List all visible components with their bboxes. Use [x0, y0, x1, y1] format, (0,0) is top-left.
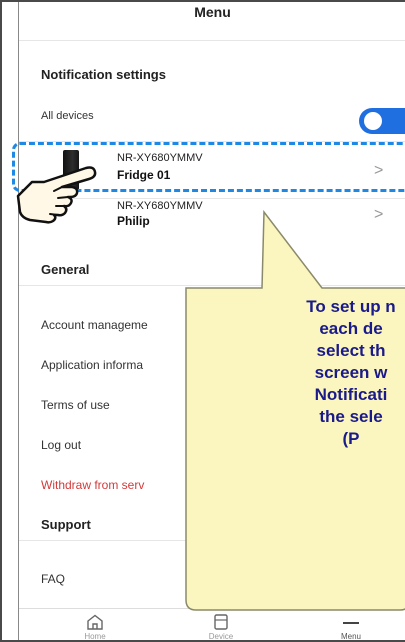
divider [19, 540, 405, 541]
support-title: Support [41, 517, 91, 532]
divider [19, 285, 405, 286]
device-icon [214, 614, 228, 630]
all-devices-toggle[interactable] [359, 108, 405, 134]
device-name: Philip [117, 214, 150, 228]
account-management-item[interactable]: Account manageme [41, 318, 148, 332]
home-icon [87, 614, 103, 630]
toggle-knob [364, 112, 382, 130]
withdraw-item[interactable]: Withdraw from serv [41, 478, 144, 492]
nav-menu[interactable]: Menu [321, 614, 381, 641]
notification-settings-title: Notification settings [41, 67, 166, 82]
application-information-item[interactable]: Application informa [41, 358, 143, 372]
general-title: General [41, 262, 90, 277]
menu-icon [343, 622, 359, 624]
nav-label: Device [208, 632, 234, 641]
nav-home[interactable]: Home [65, 614, 125, 641]
terms-of-use-item[interactable]: Terms of use [41, 398, 110, 412]
faq-item[interactable]: FAQ [41, 572, 65, 586]
app-screen: Menu Notification settings All devices N… [18, 0, 405, 642]
device-model: NR-XY680YMMV [117, 200, 203, 212]
bottom-nav: Home Device Menu [19, 608, 405, 642]
log-out-item[interactable]: Log out [41, 438, 81, 452]
top-bar: Menu [19, 0, 405, 38]
page-title: Menu [194, 4, 231, 20]
all-devices-label: All devices [41, 110, 94, 122]
chevron-right-icon: > [374, 206, 384, 223]
nav-device[interactable]: Device [191, 614, 251, 641]
nav-label: Home [84, 632, 106, 641]
divider [19, 40, 405, 41]
nav-label: Menu [340, 632, 361, 641]
pointing-hand-icon [16, 166, 97, 224]
